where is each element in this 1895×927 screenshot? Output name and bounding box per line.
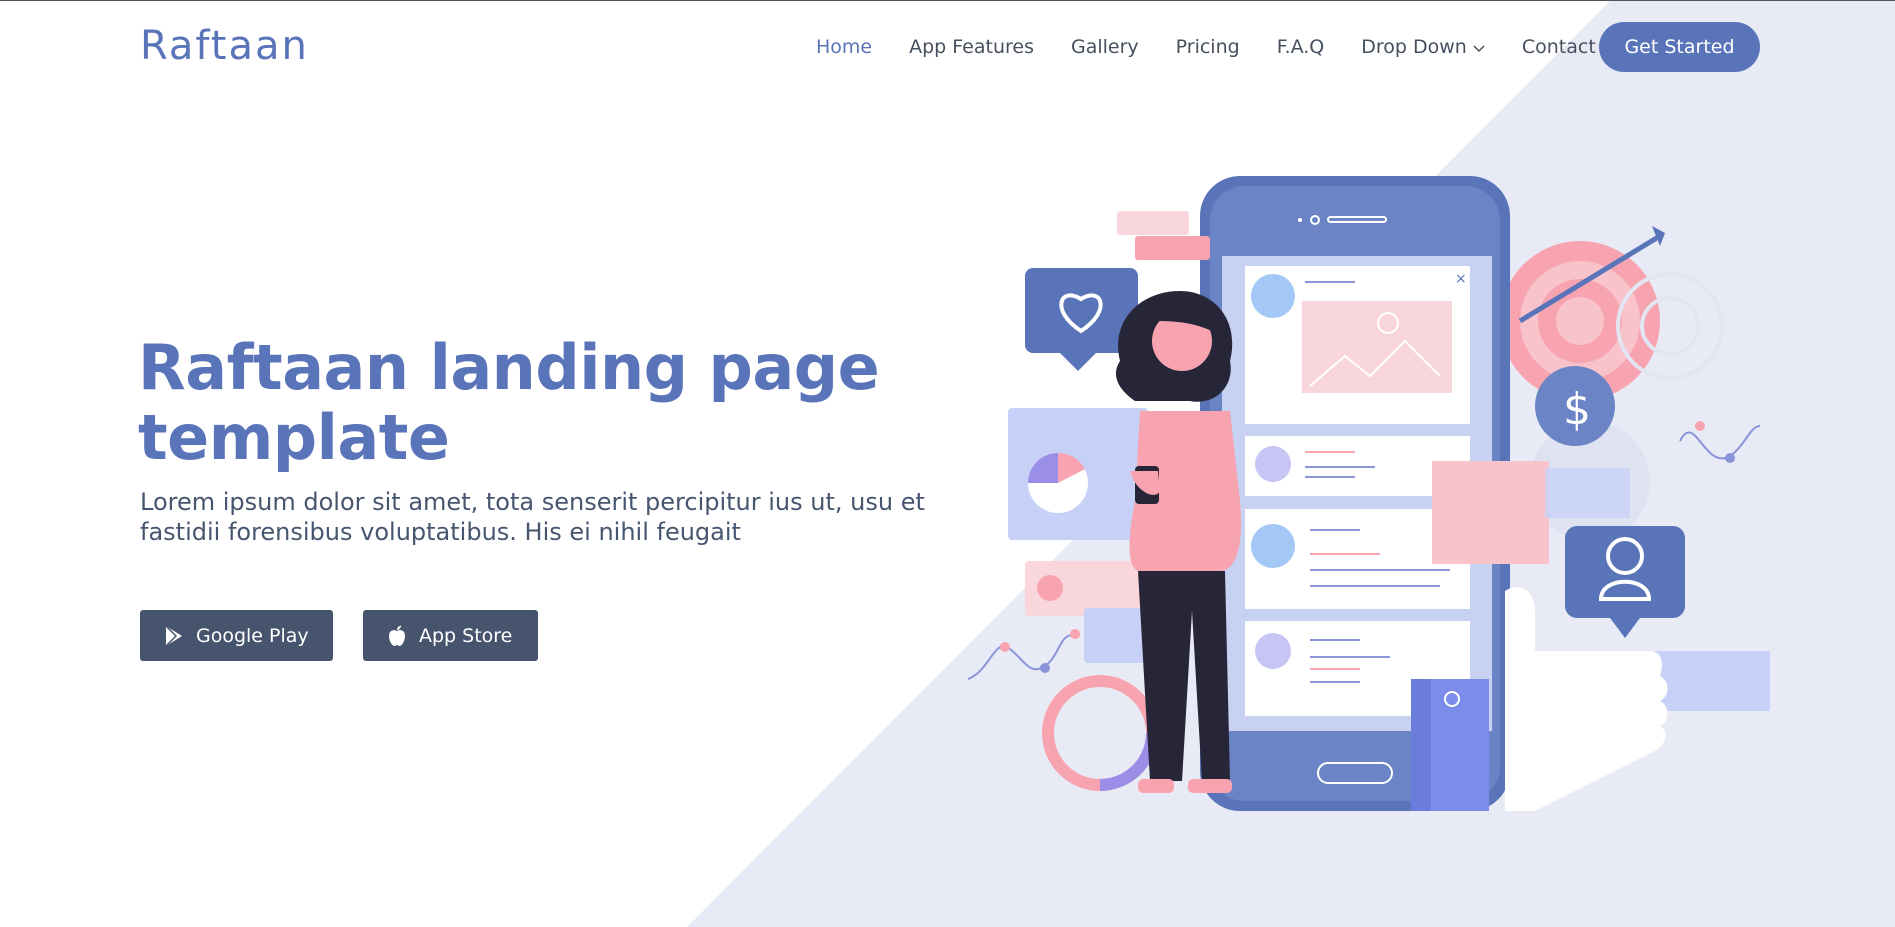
hero-title-line1: Raftaan landing page (138, 331, 880, 404)
nav-contact[interactable]: Contact (1522, 36, 1596, 58)
hero-title: Raftaan landing page template (138, 333, 938, 473)
google-play-button[interactable]: Google Play (140, 610, 333, 661)
hero-description-line1: Lorem ipsum dolor sit amet, tota senseri… (140, 488, 925, 516)
app-store-label: App Store (419, 624, 513, 647)
person-illustration (1115, 291, 1241, 793)
hero-description-line2: fastidii forensibus voluptatibus. His ei… (140, 518, 741, 546)
get-started-button[interactable]: Get Started (1599, 22, 1760, 72)
hero-title-line2: template (138, 401, 450, 474)
nav-dropdown[interactable]: Drop Down (1361, 36, 1485, 59)
hero-description: Lorem ipsum dolor sit amet, tota senseri… (140, 487, 930, 547)
main-nav: Home App Features Gallery Pricing F.A.Q … (816, 35, 1633, 59)
nav-gallery[interactable]: Gallery (1071, 36, 1139, 58)
svg-text:$: $ (1563, 384, 1591, 435)
app-store-button[interactable]: App Store (363, 610, 538, 661)
chevron-down-icon (1473, 36, 1485, 58)
svg-text:×: × (1455, 271, 1467, 287)
logo[interactable]: Raftaan (140, 23, 309, 69)
nav-app-features[interactable]: App Features (909, 36, 1034, 58)
site-header: Raftaan Home App Features Gallery Pricin… (0, 1, 1895, 93)
apple-icon (387, 625, 407, 647)
nav-home[interactable]: Home (816, 36, 872, 58)
nav-faq[interactable]: F.A.Q (1277, 36, 1325, 58)
google-play-icon (164, 624, 184, 647)
nav-pricing[interactable]: Pricing (1176, 36, 1240, 58)
nav-dropdown-label: Drop Down (1361, 35, 1467, 58)
hero-illustration: × $ (967, 176, 1770, 811)
google-play-label: Google Play (196, 624, 309, 647)
